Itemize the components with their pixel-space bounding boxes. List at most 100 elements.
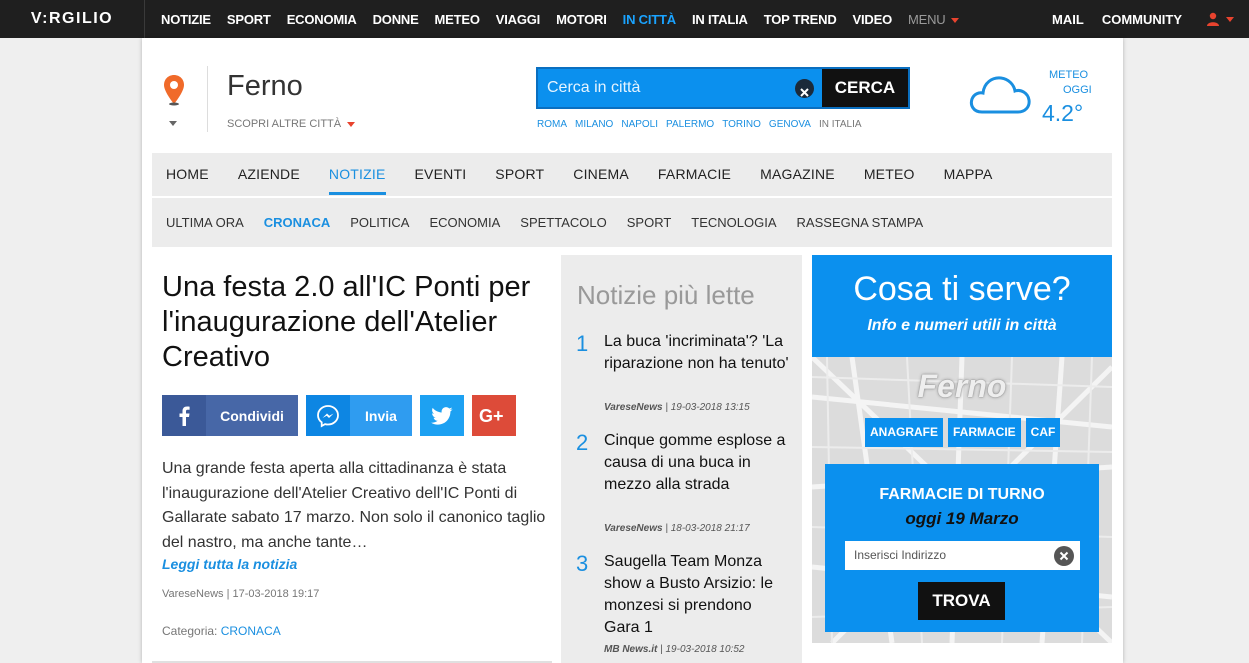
nav-eventi[interactable]: EVENTI [415,153,467,196]
article-category: Categoria: CRONACA [162,624,281,638]
svg-text:G+: G+ [479,406,504,426]
chevron-down-icon [951,17,960,23]
subnav-tecnologia[interactable]: TECNOLOGIA [691,215,776,230]
messenger-send-label: Invia [365,407,397,424]
subnav-cronaca[interactable]: CRONACA [264,215,330,230]
farmacie-button[interactable]: FARMACIE [948,418,1021,447]
messenger-send-button[interactable]: Invia [306,395,412,436]
share-buttons: Condividi Invia G+ [162,395,524,436]
address-placeholder: Inserisci Indirizzo [854,548,947,562]
header-divider [207,66,208,132]
facebook-icon [162,395,206,436]
most-read-number: 1 [576,331,589,356]
nav-meteo[interactable]: METEO [864,153,915,196]
discover-cities-label: SCOPRI ALTRE CITTÀ [227,118,342,130]
subnav-sport[interactable]: SPORT [627,215,672,230]
chevron-down-icon [1226,16,1234,22]
nav-farmacie[interactable]: FARMACIE [658,153,731,196]
menu-label: MENU [908,11,946,27]
top-nav-in-citta[interactable]: IN CITTÀ [615,12,684,27]
article-title[interactable]: Una festa 2.0 all'IC Ponti per l'inaugur… [162,270,542,375]
most-read-number: 2 [576,430,589,455]
most-read-headline[interactable]: La buca 'incriminata'? 'La riparazione n… [604,331,789,375]
subnav-economia[interactable]: ECONOMIA [429,215,500,230]
most-read-headline[interactable]: Cinque gomme esplose a causa di una buca… [604,430,789,496]
mail-link[interactable]: MAIL [1043,12,1093,27]
twitter-share-button[interactable] [420,395,464,436]
search-placeholder: Cerca in città [547,79,641,96]
sub-nav: ULTIMA ORA CRONACA POLITICA ECONOMIA SPE… [152,198,1112,247]
pharmacy-title: FARMACIE DI TURNO [879,486,1045,503]
top-nav-notizie[interactable]: NOTIZIE [153,12,219,27]
city-chevron-down-icon[interactable] [169,121,177,126]
google-plus-share-button[interactable]: G+ [472,395,516,436]
top-nav-motori[interactable]: MOTORI [548,12,615,27]
city-name: Ferno [227,70,303,102]
caf-button[interactable]: CAF [1025,418,1061,447]
facebook-share-button[interactable]: Condividi [162,395,298,436]
google-plus-icon: G+ [472,395,516,436]
subnav-rassegna-stampa[interactable]: RASSEGNA STAMPA [797,215,924,230]
virgilio-logo[interactable]: V:RGILIO [0,0,145,38]
address-input[interactable]: Inserisci Indirizzo [845,541,1080,570]
cloud-icon [969,76,1031,114]
nav-aziende[interactable]: AZIENDE [238,153,300,196]
discover-cities-link[interactable]: SCOPRI ALTRE CITTÀ [227,118,356,130]
facebook-share-label: Condividi [220,407,284,424]
city-link-in-italia[interactable]: IN ITALIA [819,119,862,130]
city-link-torino[interactable]: TORINO [722,119,761,130]
subnav-ultima-ora[interactable]: ULTIMA ORA [166,215,244,230]
category-link[interactable]: CRONACA [221,624,281,638]
messenger-icon [306,395,350,436]
top-nav-video[interactable]: VIDEO [845,12,900,27]
city-link-milano[interactable]: MILANO [575,119,613,130]
most-read-source: MB News.it | 19-03-2018 10:52 [604,644,744,655]
most-read-number: 3 [576,551,589,576]
article-summary: Una grande festa aperta alla cittadinanz… [162,460,546,551]
nav-magazine[interactable]: MAGAZINE [760,153,835,196]
most-read-source: VareseNews | 19-03-2018 13:15 [604,402,750,413]
city-link-genova[interactable]: GENOVA [769,119,811,130]
top-nav-viaggi[interactable]: VIAGGI [488,12,548,27]
nav-cinema[interactable]: CINEMA [573,153,629,196]
source-date: | 18-03-2018 21:17 [662,523,750,534]
city-link-napoli[interactable]: NAPOLI [621,119,658,130]
search-input[interactable]: Cerca in città [538,69,822,107]
clear-address-icon[interactable] [1054,546,1074,566]
source-name: VareseNews [604,402,663,413]
most-read-headline[interactable]: Saugella Team Monza show a Busto Arsizio… [604,551,789,639]
close-icon [800,88,809,97]
meteo-today-label: OGGI [1063,84,1092,96]
find-button[interactable]: TROVA [918,582,1005,620]
top-nav-menu[interactable]: MENU [900,12,967,27]
meteo-temperature[interactable]: 4.2° [1042,100,1083,127]
article-meta: VareseNews | 17-03-2018 19:17 [162,588,320,600]
nav-sport[interactable]: SPORT [495,153,544,196]
meteo-label: METEO [1049,69,1089,81]
user-menu[interactable] [1191,0,1249,38]
most-read-title: Notizie più lette [577,280,755,310]
nav-notizie[interactable]: NOTIZIE [328,153,386,196]
subnav-politica[interactable]: POLITICA [350,215,409,230]
city-link-roma[interactable]: ROMA [537,119,567,130]
top-nav-donne[interactable]: DONNE [365,12,427,27]
source-date: | 19-03-2018 10:52 [657,644,745,655]
twitter-icon [420,395,464,436]
clear-search-icon[interactable] [795,79,814,98]
services-widget-title: Cosa ti serve? [853,270,1071,308]
service-buttons: ANAGRAFE FARMACIE CAF [865,418,1065,447]
nav-mappa[interactable]: MAPPA [944,153,993,196]
search-button[interactable]: CERCA [822,69,908,107]
community-link[interactable]: COMMUNITY [1093,12,1191,27]
nav-home[interactable]: HOME [166,153,209,196]
top-nav-in-italia[interactable]: IN ITALIA [684,12,756,27]
read-more-link[interactable]: Leggi tutta la notizia [162,556,297,572]
top-nav-economia[interactable]: ECONOMIA [279,12,365,27]
pharmacy-date: oggi 19 Marzo [905,509,1019,528]
anagrafe-button[interactable]: ANAGRAFE [865,418,943,447]
top-nav-meteo[interactable]: METEO [427,12,488,27]
top-nav-sport[interactable]: SPORT [219,12,279,27]
top-nav-top-trend[interactable]: TOP TREND [756,12,845,27]
city-link-palermo[interactable]: PALERMO [666,119,714,130]
subnav-spettacolo[interactable]: SPETTACOLO [520,215,606,230]
